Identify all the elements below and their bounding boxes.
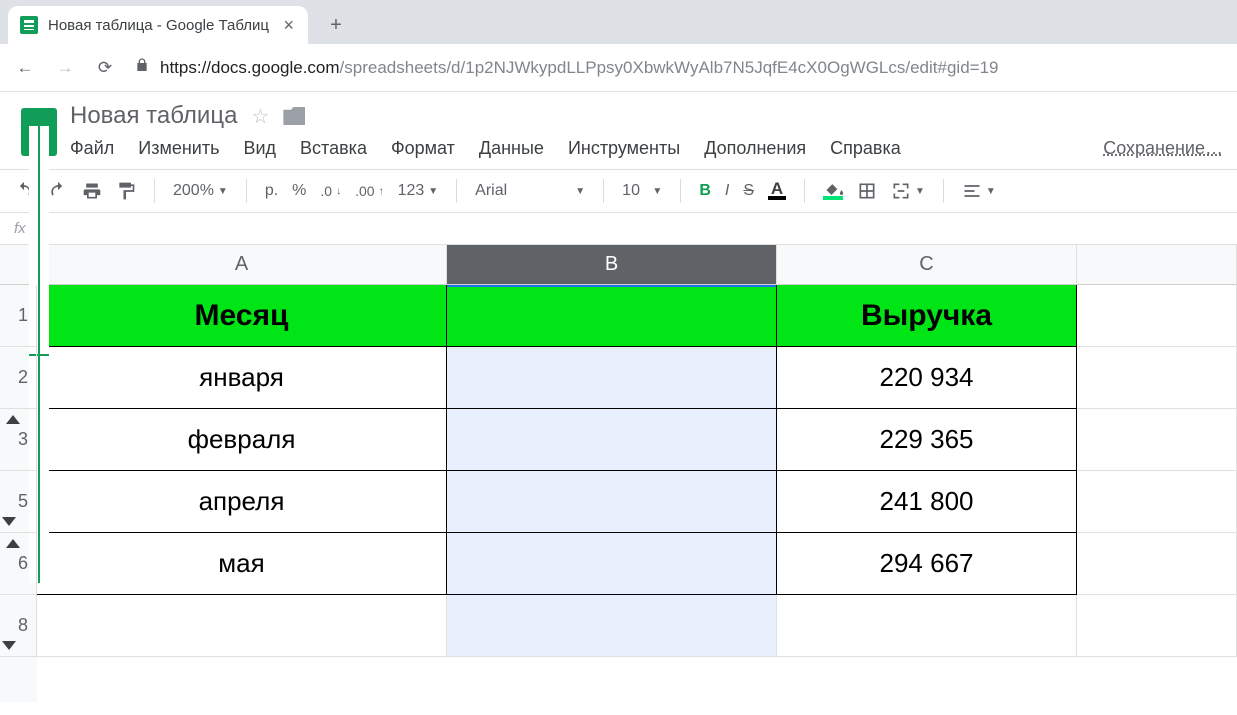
column-header[interactable] xyxy=(1077,245,1237,285)
cell-C6[interactable]: 294 667 xyxy=(777,533,1077,595)
lock-icon xyxy=(134,57,150,78)
saving-status: Сохранение… xyxy=(1103,138,1223,159)
row-header[interactable]: 6 xyxy=(0,533,37,595)
column-header[interactable]: A xyxy=(37,245,447,285)
cell-C2[interactable]: 220 934 xyxy=(777,347,1077,409)
toolbar: 200% ▼ р. % .0↓ .00↑ 123 ▼ Arial▼ 10 ▼ B… xyxy=(0,169,1237,213)
redo-button[interactable] xyxy=(48,181,68,201)
paint-format-button[interactable] xyxy=(116,181,136,201)
folder-icon[interactable] xyxy=(283,107,305,125)
menu-data[interactable]: Данные xyxy=(479,138,544,159)
cell-B6[interactable] xyxy=(447,533,777,595)
cell-A5[interactable]: апреля xyxy=(37,471,447,533)
menu-addons[interactable]: Дополнения xyxy=(704,138,806,159)
italic-button[interactable]: I xyxy=(725,182,729,200)
cell-D3[interactable] xyxy=(1077,409,1237,471)
cell-D5[interactable] xyxy=(1077,471,1237,533)
decrease-decimal-button[interactable]: .0↓ xyxy=(320,183,341,199)
menu-view[interactable]: Вид xyxy=(243,138,276,159)
row-header[interactable]: 5 xyxy=(0,471,37,533)
text-color-button[interactable]: A xyxy=(768,182,786,200)
increase-decimal-button[interactable]: .00↑ xyxy=(355,183,383,199)
address-bar: ← → ⟳ https://docs.google.com/spreadshee… xyxy=(0,44,1237,92)
cell-B5[interactable] xyxy=(447,471,777,533)
cell-C3[interactable]: 229 365 xyxy=(777,409,1077,471)
cell-A8[interactable] xyxy=(37,595,447,657)
new-tab-button[interactable]: + xyxy=(320,9,352,41)
tab-title: Новая таблица - Google Таблиц xyxy=(48,17,269,34)
borders-button[interactable] xyxy=(857,181,877,201)
cell-B8[interactable] xyxy=(447,595,777,657)
font-select[interactable]: Arial▼ xyxy=(475,182,585,200)
cell-D2[interactable] xyxy=(1077,347,1237,409)
cell-D6[interactable] xyxy=(1077,533,1237,595)
browser-tab[interactable]: Новая таблица - Google Таблиц × xyxy=(8,6,308,44)
menu-tools[interactable]: Инструменты xyxy=(568,138,680,159)
row-header[interactable]: 1 xyxy=(0,285,37,347)
currency-button[interactable]: р. xyxy=(265,182,278,200)
column-header[interactable]: C xyxy=(777,245,1077,285)
cell-A6[interactable]: мая xyxy=(37,533,447,595)
strikethrough-button[interactable]: S xyxy=(743,182,754,200)
menu-bar: Файл Изменить Вид Вставка Формат Данные … xyxy=(64,130,1223,169)
row-header[interactable]: 3 xyxy=(0,409,37,471)
zoom-select[interactable]: 200% ▼ xyxy=(173,182,228,200)
sheets-header: Новая таблица ☆ Файл Изменить Вид Вставк… xyxy=(0,92,1237,169)
reload-button[interactable]: ⟳ xyxy=(94,58,116,78)
horizontal-align-button[interactable]: ▼ xyxy=(962,181,996,201)
font-size-select[interactable]: 10 ▼ xyxy=(622,182,662,200)
row-header[interactable]: 8 xyxy=(0,595,37,657)
menu-help[interactable]: Справка xyxy=(830,138,901,159)
cell-A1[interactable]: Месяц xyxy=(37,285,447,347)
cell-B3[interactable] xyxy=(447,409,777,471)
spreadsheet-grid[interactable]: 1 2 3 5 6 8 A B C Месяц Выручка января 2… xyxy=(0,245,1237,702)
back-button[interactable]: ← xyxy=(14,58,36,78)
group-expand-icon[interactable] xyxy=(6,539,20,548)
row-headers: 1 2 3 5 6 8 xyxy=(0,245,37,702)
column-header-selected[interactable]: B xyxy=(447,245,777,285)
cell-C8[interactable] xyxy=(777,595,1077,657)
group-collapse-icon[interactable] xyxy=(2,641,16,650)
menu-edit[interactable]: Изменить xyxy=(138,138,219,159)
formula-bar[interactable]: fx xyxy=(0,213,1237,245)
group-collapse-icon[interactable] xyxy=(2,517,16,526)
browser-tab-strip: Новая таблица - Google Таблиц × + xyxy=(0,0,1237,44)
print-button[interactable] xyxy=(82,181,102,201)
menu-format[interactable]: Формат xyxy=(391,138,455,159)
column-headers: A B C xyxy=(37,245,1237,285)
sheets-logo[interactable] xyxy=(14,102,64,162)
fill-color-button[interactable] xyxy=(823,182,843,200)
close-tab-icon[interactable]: × xyxy=(283,15,294,36)
document-title[interactable]: Новая таблица xyxy=(70,102,237,130)
forward-button[interactable]: → xyxy=(54,58,76,78)
cell-A3[interactable]: февраля xyxy=(37,409,447,471)
bold-button[interactable]: B xyxy=(699,182,711,200)
star-icon[interactable]: ☆ xyxy=(251,104,269,129)
cell-D8[interactable] xyxy=(1077,595,1237,657)
menu-insert[interactable]: Вставка xyxy=(300,138,367,159)
percent-button[interactable]: % xyxy=(292,182,306,200)
cell-B1[interactable] xyxy=(447,285,777,347)
cell-B2[interactable] xyxy=(447,347,777,409)
menu-file[interactable]: Файл xyxy=(70,138,114,159)
sheets-favicon xyxy=(20,16,38,34)
merge-cells-button[interactable]: ▼ xyxy=(891,181,925,201)
cell-A2[interactable]: января xyxy=(37,347,447,409)
group-expand-icon[interactable] xyxy=(6,415,20,424)
url-field[interactable]: https://docs.google.com/spreadsheets/d/1… xyxy=(134,57,1223,78)
cell-C1[interactable]: Выручка xyxy=(777,285,1077,347)
row-header[interactable]: 2 xyxy=(0,347,37,409)
cell-D1[interactable] xyxy=(1077,285,1237,347)
url-text: https://docs.google.com/spreadsheets/d/1… xyxy=(160,58,999,78)
cell-C5[interactable]: 241 800 xyxy=(777,471,1077,533)
more-formats-button[interactable]: 123 ▼ xyxy=(398,182,439,200)
